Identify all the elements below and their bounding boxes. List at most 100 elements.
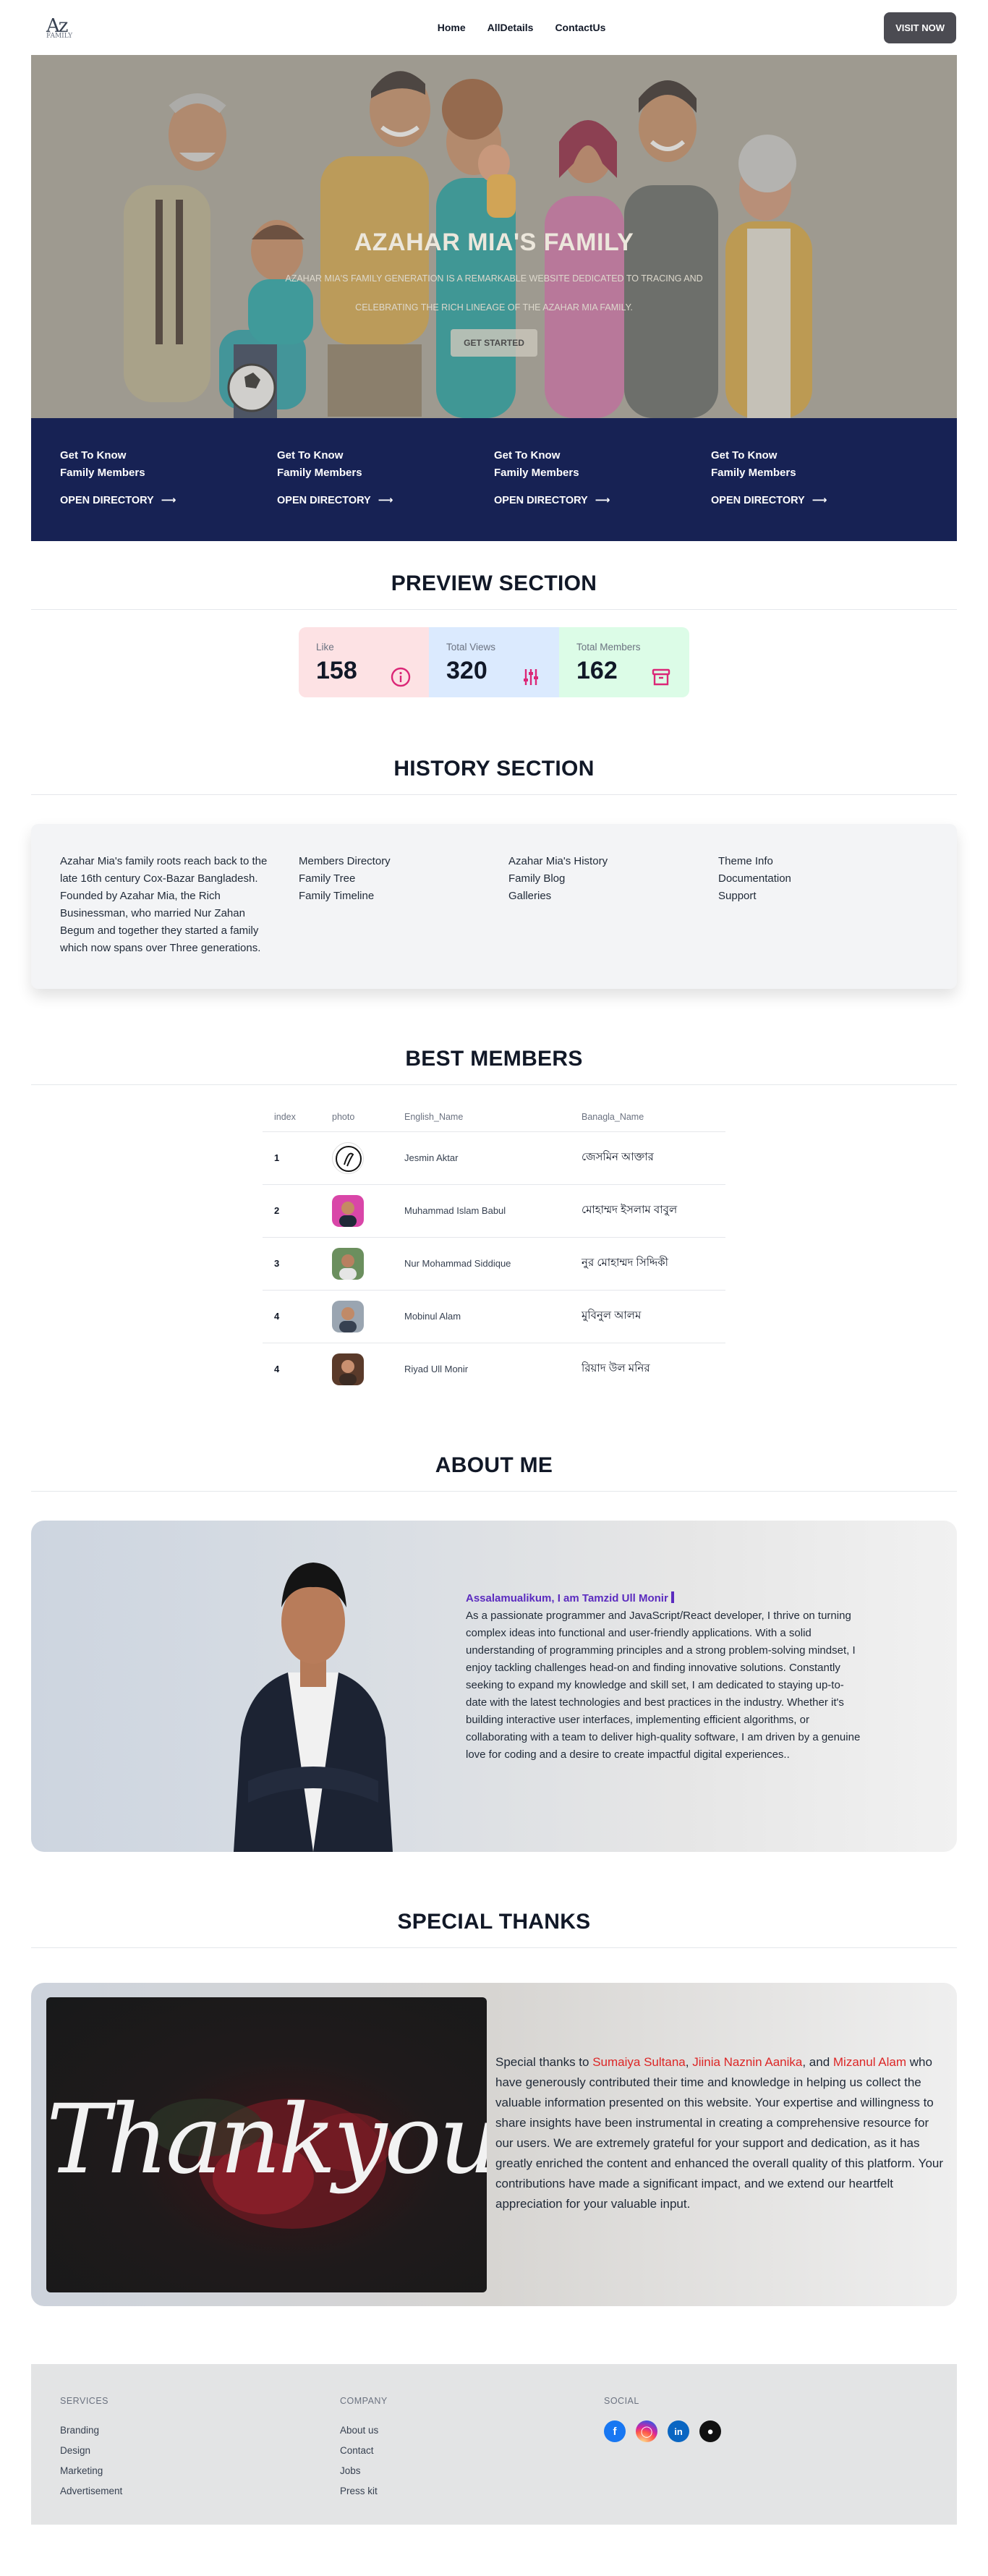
footer-link-branding[interactable]: Branding [60,2420,340,2441]
row-index: 3 [263,1236,320,1290]
directory-card-line2: Family Members [494,467,579,479]
social-icons: f ◯ in ● [604,2420,721,2442]
best-members-title: BEST MEMBERS [405,1047,583,1071]
stat-label: Like [316,642,334,652]
members-table: index photo English_Name Banagla_Name 1 … [263,1102,725,1395]
nav-alldetails-link[interactable]: AllDetails [487,22,534,33]
directory-card-line1: Get To Know [277,449,344,462]
stat-like: Like 158 [299,627,429,697]
nav-contactus-link[interactable]: ContactUs [555,22,605,33]
open-directory-link[interactable]: OPEN DIRECTORY ⟶ [711,495,928,506]
footer-link-design[interactable]: Design [60,2441,340,2461]
hero-subtitle-1: AZAHAR MIA'S FAMILY GENERATION IS A REMA… [285,273,703,284]
footer-heading: SOCIAL [604,2396,639,2406]
table-row[interactable]: 3 Nur Mohammad Siddique নুর মোহাম্মদ সিদ… [263,1236,725,1290]
table-row[interactable]: 4 Riyad Ull Monir রিয়াদ উল মনির [263,1342,725,1395]
open-directory-link[interactable]: OPEN DIRECTORY ⟶ [277,495,494,506]
table-header-row: index photo English_Name Banagla_Name [263,1102,725,1131]
footer: SERVICES Branding Design Marketing Adver… [31,2364,957,2525]
directory-card-line2: Family Members [711,467,796,479]
table-row[interactable]: 1 Jesmin Aktar জেসমিন আক্তার [263,1131,725,1184]
row-index: 2 [263,1183,320,1237]
footer-link-press-kit[interactable]: Press kit [340,2481,604,2501]
theme-info-link[interactable]: Theme Info [718,853,928,870]
row-bangla-name: মোহাম্মদ ইসলাম বাবুল [570,1183,725,1237]
row-photo [320,1183,393,1237]
arrow-right-icon: ⟶ [378,495,393,506]
thanks-body: who have generously contributed their ti… [495,2055,944,2211]
history-links-col2: Azahar Mia's History Family Blog Galleri… [508,853,718,957]
github-icon[interactable]: ● [699,2420,721,2442]
row-photo [320,1131,393,1184]
col-header-english-name: English_Name [404,1111,464,1122]
row-bangla-name: নুর মোহাম্মদ সিদ্দিকী [570,1236,725,1290]
family-blog-link[interactable]: Family Blog [508,870,718,888]
arrow-right-icon: ⟶ [595,495,610,506]
documentation-link[interactable]: Documentation [718,870,928,888]
row-english-name: Mobinul Alam [393,1289,570,1343]
row-bangla-name: মুবিনুল আলম [570,1289,725,1343]
col-header-bangla-name: Banagla_Name [582,1111,644,1122]
stat-value: 162 [576,657,618,684]
row-photo [320,1342,393,1395]
directory-card: Get To Know Family Members OPEN DIRECTOR… [711,447,928,541]
table-row[interactable]: 2 Muhammad Islam Babul মোহাম্মদ ইসলাম বা… [263,1183,725,1237]
open-directory-label: OPEN DIRECTORY [60,495,154,506]
site-logo[interactable]: Az FAMILY [46,15,72,40]
footer-link-contact[interactable]: Contact [340,2441,604,2461]
open-directory-label: OPEN DIRECTORY [494,495,588,506]
open-directory-link[interactable]: OPEN DIRECTORY ⟶ [60,495,277,506]
support-link[interactable]: Support [718,888,928,905]
stat-label: Total Members [576,642,641,652]
footer-link-advertisement[interactable]: Advertisement [60,2481,340,2501]
azahar-history-link[interactable]: Azahar Mia's History [508,853,718,870]
instagram-icon[interactable]: ◯ [636,2420,657,2442]
profile-portrait [234,1563,393,1852]
history-links-col1: Members Directory Family Tree Family Tim… [299,853,508,957]
thankyou-script-text: Thankyou [46,2084,487,2195]
row-bangla-name: জেসমিন আক্তার [570,1131,725,1184]
row-photo [320,1289,393,1343]
history-card: Azahar Mia's family roots reach back to … [31,824,957,989]
row-index: 1 [263,1131,320,1184]
thanks-card: Thankyou Special thanks to Sumaiya Sulta… [31,1983,957,2306]
nav-home-link[interactable]: Home [438,22,466,33]
about-me-title: ABOUT ME [435,1453,553,1477]
hero-subtitle-2: CELEBRATING THE RICH LINEAGE OF THE AZAH… [355,302,633,313]
open-directory-label: OPEN DIRECTORY [711,495,805,506]
directory-card-line1: Get To Know [494,449,561,462]
arrow-right-icon: ⟶ [161,495,176,506]
facebook-icon[interactable]: f [604,2420,626,2442]
stat-value: 158 [316,657,357,684]
open-directory-link[interactable]: OPEN DIRECTORY ⟶ [494,495,711,506]
get-started-button[interactable]: GET STARTED [451,329,537,357]
table-row[interactable]: 4 Mobinul Alam মুবিনুল আলম [263,1289,725,1343]
footer-link-marketing[interactable]: Marketing [60,2461,340,2481]
col-header-index: index [274,1111,296,1122]
stat-total-views: Total Views 320 [429,627,559,697]
directory-card-line2: Family Members [277,467,362,479]
footer-link-jobs[interactable]: Jobs [340,2461,604,2481]
galleries-link[interactable]: Galleries [508,888,718,905]
sliders-icon [524,669,538,685]
linkedin-icon[interactable]: in [668,2420,689,2442]
members-directory-link[interactable]: Members Directory [299,853,508,870]
family-timeline-link[interactable]: Family Timeline [299,888,508,905]
nav-links: Home AllDetails ContactUs [438,22,606,33]
directory-card: Get To Know Family Members OPEN DIRECTOR… [494,447,711,541]
visit-now-button[interactable]: VISIT NOW [884,12,956,43]
family-tree-link[interactable]: Family Tree [299,870,508,888]
about-greeting: Assalamualikum, I am Tamzid Ull Monir [466,1590,864,1607]
thanks-intro: Special thanks to [495,2055,593,2069]
thanks-name-2: Jiinia Naznin Aanika [692,2055,803,2069]
avatar [332,1300,364,1332]
hero-title: AZAHAR MIA'S FAMILY [354,229,634,256]
stat-label: Total Views [446,642,496,652]
footer-link-about[interactable]: About us [340,2420,604,2441]
directory-band: Get To Know Family Members OPEN DIRECTOR… [31,418,957,541]
thanks-name-1: Sumaiya Sultana [592,2055,686,2069]
top-nav: Az FAMILY Home AllDetails ContactUs VISI… [0,0,988,55]
logo-subtext: FAMILY [46,33,73,40]
avatar [332,1142,364,1174]
directory-card-line2: Family Members [60,467,145,479]
